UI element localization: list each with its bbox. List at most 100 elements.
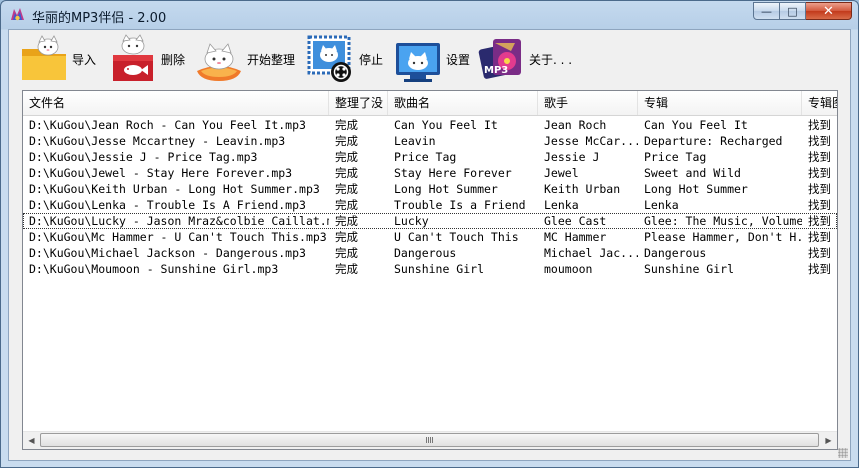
cell-artist: moumoon <box>544 262 593 276</box>
caption-buttons: — □ ✕ <box>753 2 852 21</box>
cell-song: Leavin <box>394 134 436 148</box>
scroll-left-icon[interactable]: ◀ <box>23 432 40 449</box>
table-row[interactable]: D:\KuGou\Jean Roch - Can You Feel It.mp3… <box>23 117 837 133</box>
cell-song: Price Tag <box>394 150 457 164</box>
cell-cover: 找到 <box>808 198 831 212</box>
settings-monitor-icon <box>396 43 440 82</box>
cell-album: Long Hot Summer <box>644 182 748 196</box>
close-button[interactable]: ✕ <box>806 2 852 20</box>
about-label: 关于. . . <box>529 52 573 67</box>
cell-filename: D:\KuGou\Lenka - Trouble Is A Friend.mp3 <box>29 198 306 212</box>
table-row[interactable]: D:\KuGou\Moumoon - Sunshine Girl.mp3 完成 … <box>23 261 837 277</box>
window-title: 华丽的MP3伴侣 - 2.00 <box>32 11 167 26</box>
cell-filename: D:\KuGou\Jewel - Stay Here Forever.mp3 <box>29 166 293 180</box>
cell-album: Sweet and Wild <box>644 166 741 180</box>
horizontal-scrollbar[interactable]: ◀ ▶ <box>23 431 837 449</box>
list-rows: D:\KuGou\Jean Roch - Can You Feel It.mp3… <box>23 117 837 277</box>
cell-filename: D:\KuGou\Moumoon - Sunshine Girl.mp3 <box>29 262 279 276</box>
cell-cover: 找到 <box>808 166 831 180</box>
table-row[interactable]: D:\KuGou\Keith Urban - Long Hot Summer.m… <box>23 181 837 197</box>
cell-cover: 找到 <box>808 230 831 244</box>
table-row[interactable]: D:\KuGou\Jessie J - Price Tag.mp3 完成 Pri… <box>23 149 837 165</box>
file-list[interactable]: 文件名 整理了没 歌曲名 歌手 专辑 专辑图 D:\KuGou\Jean Roc… <box>22 90 838 450</box>
svg-text:MP3: MP3 <box>484 65 508 76</box>
start-organize-button[interactable]: 开始整理 <box>193 32 295 86</box>
cell-status: 完成 <box>335 166 358 180</box>
cell-status: 完成 <box>335 182 358 196</box>
cell-album: Dangerous <box>644 246 707 260</box>
settings-label: 设置 <box>446 52 471 67</box>
grip-icon <box>426 437 433 443</box>
cell-artist: Michael Jac... <box>544 246 638 260</box>
cell-artist: Lenka <box>544 198 579 212</box>
column-header-album[interactable]: 专辑 <box>638 91 802 115</box>
cell-filename: D:\KuGou\Mc Hammer - U Can't Touch This.… <box>29 230 327 244</box>
cell-cover: 找到 <box>808 134 831 148</box>
column-header-cover[interactable]: 专辑图 <box>802 91 837 115</box>
cell-album: Can You Feel It <box>644 118 748 132</box>
cell-cover: 找到 <box>808 118 831 132</box>
cell-filename: D:\KuGou\Jesse Mccartney - Leavin.mp3 <box>29 134 286 148</box>
cell-cover: 找到 <box>808 150 831 164</box>
table-row[interactable]: D:\KuGou\Lenka - Trouble Is A Friend.mp3… <box>23 197 837 213</box>
import-button[interactable]: 导入 <box>18 32 96 86</box>
cell-filename: D:\KuGou\Jessie J - Price Tag.mp3 <box>29 150 258 164</box>
cell-song: Long Hot Summer <box>394 182 498 196</box>
column-header-status[interactable]: 整理了没 <box>329 91 388 115</box>
cell-album: Glee: The Music, Volume 4 <box>644 214 802 228</box>
cell-album: Departure: Recharged <box>644 134 783 148</box>
minimize-button[interactable]: — <box>753 2 780 20</box>
cell-status: 完成 <box>335 134 358 148</box>
maximize-button[interactable]: □ <box>780 2 806 20</box>
stop-button[interactable]: 停止 <box>305 32 383 86</box>
column-header-artist[interactable]: 歌手 <box>538 91 638 115</box>
cell-artist: Jessie J <box>544 150 600 164</box>
delete-button[interactable]: 删除 <box>107 32 185 86</box>
cell-filename: D:\KuGou\Michael Jackson - Dangerous.mp3 <box>29 246 306 260</box>
cell-song: Can You Feel It <box>394 118 498 132</box>
column-header-song[interactable]: 歌曲名 <box>388 91 538 115</box>
cell-cover: 找到 <box>808 246 831 260</box>
scrollbar-thumb[interactable] <box>40 433 819 447</box>
cell-cover: 找到 <box>808 214 831 228</box>
table-row[interactable]: D:\KuGou\Michael Jackson - Dangerous.mp3… <box>23 245 837 261</box>
cell-artist: Jewel <box>544 166 579 180</box>
cell-song: Lucky <box>394 214 429 228</box>
about-button[interactable]: MP3 关于. . . <box>475 32 572 86</box>
cell-status: 完成 <box>335 262 358 276</box>
cell-artist: Keith Urban <box>544 182 621 196</box>
app-window: 华丽的MP3伴侣 - 2.00 — □ ✕ 导入 删除 开始整理 停止 设置 M… <box>0 0 859 468</box>
table-row[interactable]: D:\KuGou\Mc Hammer - U Can't Touch This.… <box>23 229 837 245</box>
delete-fish-icon <box>113 34 153 81</box>
cell-cover: 找到 <box>808 262 831 276</box>
cell-status: 完成 <box>335 118 358 132</box>
cell-artist: Glee Cast <box>544 214 607 228</box>
column-header-filename[interactable]: 文件名 <box>23 91 329 115</box>
resize-grip-icon[interactable] <box>838 448 848 458</box>
start-organize-label: 开始整理 <box>247 52 296 67</box>
list-header: 文件名 整理了没 歌曲名 歌手 专辑 专辑图 <box>23 91 837 116</box>
maximize-icon: □ <box>787 4 798 18</box>
cell-status: 完成 <box>335 150 358 164</box>
cell-album: Please Hammer, Don't H... <box>644 230 802 244</box>
title-bar[interactable]: 华丽的MP3伴侣 - 2.00 — □ ✕ <box>1 1 858 29</box>
cell-album: Sunshine Girl <box>644 262 735 276</box>
cell-artist: MC Hammer <box>544 230 607 244</box>
scroll-right-icon[interactable]: ▶ <box>820 432 837 449</box>
table-row[interactable]: D:\KuGou\Jewel - Stay Here Forever.mp3 完… <box>23 165 837 181</box>
settings-button[interactable]: 设置 <box>392 32 470 86</box>
cell-status: 完成 <box>335 246 358 260</box>
cell-filename: D:\KuGou\Keith Urban - Long Hot Summer.m… <box>29 182 320 196</box>
cell-song: Trouble Is a Friend <box>394 198 526 212</box>
table-row[interactable]: D:\KuGou\Jesse Mccartney - Leavin.mp3 完成… <box>23 133 837 149</box>
cell-song: U Can't Touch This <box>394 230 519 244</box>
cell-song: Sunshine Girl <box>394 262 485 276</box>
close-icon: ✕ <box>823 3 834 19</box>
toolbar: 导入 删除 开始整理 停止 设置 MP3 关于. . . <box>12 32 632 86</box>
client-area: 导入 删除 开始整理 停止 设置 MP3 关于. . . 文件名 整理了没 歌曲… <box>8 29 851 461</box>
cell-artist: Jean Roch <box>544 118 607 132</box>
import-label: 导入 <box>72 52 97 67</box>
cell-album: Lenka <box>644 198 679 212</box>
stop-label: 停止 <box>359 52 384 67</box>
table-row-focused[interactable]: D:\KuGou\Lucky - Jason Mraz&colbie Caill… <box>23 213 837 229</box>
